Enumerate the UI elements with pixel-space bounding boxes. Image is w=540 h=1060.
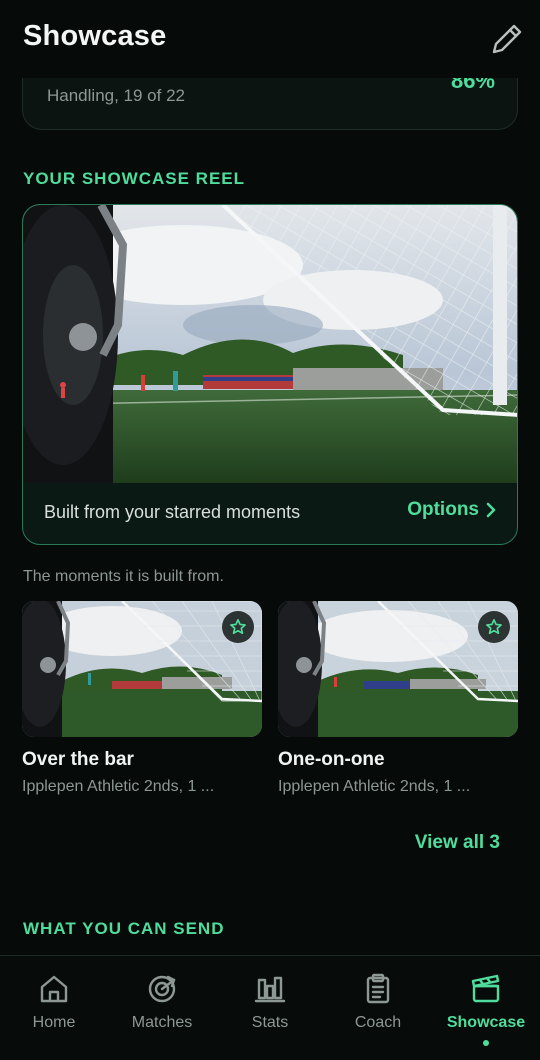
nav-item-stats[interactable]: Stats — [216, 972, 324, 1032]
moment-thumbnail[interactable] — [278, 601, 518, 737]
star-icon — [486, 619, 502, 635]
chevron-right-icon — [486, 502, 496, 518]
stats-icon — [254, 976, 286, 1003]
nav-item-showcase[interactable]: Showcase — [432, 972, 540, 1046]
reel-options-button[interactable]: Options — [407, 499, 497, 521]
star-toggle[interactable] — [478, 611, 510, 643]
clipboard-icon — [366, 973, 390, 1004]
clapperboard-icon — [471, 974, 500, 1003]
bottom-nav: Home Matches Stats Coach Showcase — [0, 955, 540, 1060]
nav-item-home[interactable]: Home — [0, 972, 108, 1032]
reel-section-label: YOUR SHOWCASE REEL — [23, 169, 246, 188]
moment-subtitle: Ipplepen Athletic 2nds, 1 ... — [278, 778, 471, 795]
options-label: Options — [407, 499, 479, 520]
reel-caption: Built from your starred moments — [44, 502, 301, 522]
moments-subtitle: The moments it is built from. — [23, 568, 224, 585]
moment-title: Over the bar — [22, 749, 134, 770]
page-title: Showcase — [23, 20, 167, 52]
edit-button[interactable] — [486, 20, 526, 60]
nav-item-coach[interactable]: Coach — [324, 972, 432, 1032]
nav-label: Matches — [131, 1014, 193, 1031]
moment-card[interactable]: One-on-one Ipplepen Athletic 2nds, 1 ... — [278, 601, 518, 796]
nav-label: Coach — [354, 1014, 402, 1031]
showcase-reel-card[interactable]: Built from your starred moments Options — [22, 204, 518, 545]
moment-thumbnail[interactable] — [22, 601, 262, 737]
send-section-label: WHAT YOU CAN SEND — [23, 919, 225, 938]
star-icon — [230, 619, 246, 635]
star-toggle[interactable] — [222, 611, 254, 643]
reel-video-thumbnail[interactable] — [23, 205, 518, 483]
moment-title: One-on-one — [278, 749, 385, 770]
summary-text: Handling, 19 of 22 — [47, 86, 185, 105]
nav-item-matches[interactable]: Matches — [108, 972, 216, 1032]
view-all-moments-link[interactable]: View all 3 — [415, 832, 500, 854]
moment-subtitle: Ipplepen Athletic 2nds, 1 ... — [22, 778, 215, 795]
active-indicator-dot — [483, 1040, 489, 1046]
app-header: Showcase — [0, 0, 540, 78]
nav-label: Stats — [251, 1014, 289, 1031]
pencil-icon — [492, 24, 522, 54]
moment-card[interactable]: Over the bar Ipplepen Athletic 2nds, 1 .… — [22, 601, 262, 796]
nav-label: Showcase — [446, 1014, 526, 1031]
nav-label: Home — [32, 1014, 76, 1031]
home-icon — [40, 975, 68, 1003]
matches-icon — [148, 975, 176, 1003]
